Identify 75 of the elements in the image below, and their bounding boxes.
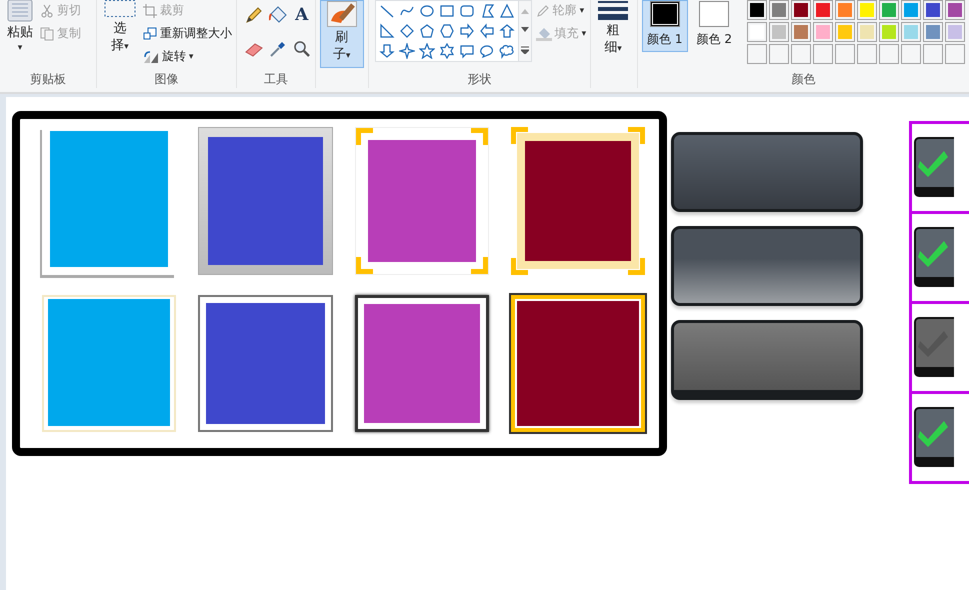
palette-color[interactable] [791,0,811,20]
checkbox-tick-icon [914,136,954,198]
dim-checkbox-tick-icon [914,316,954,378]
paint-bucket-icon [536,26,552,40]
brushes-button[interactable]: 刷子▾ [320,0,364,68]
cloud-callout-icon[interactable] [498,43,515,59]
palette-color[interactable] [945,0,965,20]
checkbox-tick-icon [914,406,954,468]
palette-color[interactable] [857,22,877,42]
crop-icon [142,4,157,18]
pentagon-shape-icon[interactable] [418,23,435,39]
expand-gallery-icon[interactable] [520,46,529,54]
group-label: 图像 [154,71,178,88]
palette-color[interactable] [813,0,833,20]
paintbrush-icon [326,1,357,27]
hexagon-shape-icon[interactable] [438,23,455,39]
paint-bucket-icon[interactable] [268,6,287,24]
paste-button[interactable]: 粘贴 ▾ [4,0,36,53]
clipboard-icon [7,0,33,22]
up-arrow-shape-icon[interactable] [498,23,515,39]
palette-color[interactable] [813,22,833,42]
four-point-star-icon[interactable] [398,43,415,59]
group-label: 工具 [264,71,288,88]
resize-button[interactable]: 重新调整大小 [142,25,232,42]
palette-color[interactable] [835,22,855,42]
drawing-canvas[interactable] [6,97,969,590]
palette-color[interactable] [879,22,899,42]
palette-color[interactable] [901,0,921,20]
palette-color[interactable] [747,0,767,20]
palette-color[interactable] [835,0,855,20]
palette-color[interactable] [901,22,921,42]
pencil-icon[interactable] [244,6,263,24]
palette-color[interactable] [747,22,767,42]
palette-color[interactable] [769,22,789,42]
triangle-shape-icon[interactable] [498,3,515,19]
resize-icon [142,26,157,40]
selection-rectangle-icon [104,0,136,18]
rectangle-callout-icon[interactable] [458,43,475,59]
rotate-icon [142,50,159,64]
oval-callout-icon[interactable] [478,43,495,59]
oval-shape-icon[interactable] [418,3,435,19]
size-button[interactable]: 粗细▾ [595,0,632,58]
color-2-button[interactable]: 颜色 2 [692,0,737,52]
group-label: 剪贴板 [30,71,66,88]
line-shape-icon[interactable] [378,3,395,19]
pen-icon [536,4,550,18]
line-weights-icon [598,0,628,20]
copy-icon [40,26,54,40]
text-tool-button[interactable]: A [292,6,311,24]
group-label: 形状 [467,71,492,88]
magnifier-icon[interactable] [292,40,311,58]
scissors-icon [40,4,54,18]
five-point-star-icon[interactable] [418,43,435,59]
select-button[interactable]: 选择▾ [100,0,139,56]
right-arrow-shape-icon[interactable] [458,23,475,39]
group-label: 颜色 [792,71,816,88]
palette-color[interactable] [769,0,789,20]
scroll-down-icon[interactable] [520,26,529,33]
color-picker-icon[interactable] [268,40,287,58]
six-point-star-icon[interactable] [438,43,455,59]
rotate-button[interactable]: 旋转 ▾ [142,48,232,65]
palette-color[interactable] [945,22,965,42]
rectangle-shape-icon[interactable] [438,3,455,19]
palette-color[interactable] [879,0,899,20]
down-arrow-shape-icon[interactable] [378,43,395,59]
right-triangle-shape-icon[interactable] [378,23,395,39]
palette-color[interactable] [857,0,877,20]
checkbox-tick-icon [914,226,954,288]
diamond-shape-icon[interactable] [398,23,415,39]
palette-color[interactable] [923,0,943,20]
rounded-rectangle-shape-icon[interactable] [458,3,475,19]
palette-color[interactable] [791,22,811,42]
palette-color[interactable] [923,22,943,42]
color-1-button[interactable]: 颜色 1 [642,0,688,52]
left-arrow-shape-icon[interactable] [478,23,495,39]
